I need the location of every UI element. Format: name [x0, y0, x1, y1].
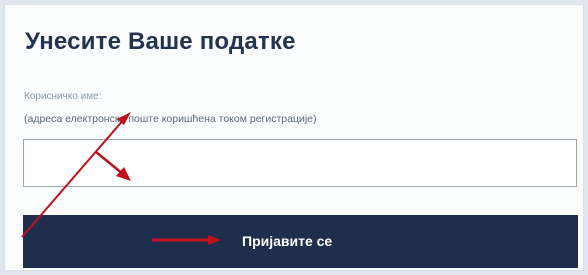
- login-card: Унесите Ваше податке Корисничко име: (ад…: [4, 4, 584, 271]
- login-button[interactable]: Пријавите се: [23, 215, 578, 268]
- login-button-label: Пријавите се: [242, 233, 333, 249]
- username-label: Корисничко име:: [24, 91, 102, 102]
- username-hint: (адреса електронске поште коришћена токо…: [24, 113, 317, 125]
- username-input[interactable]: [23, 139, 577, 187]
- form-title: Унесите Ваше податке: [25, 28, 296, 55]
